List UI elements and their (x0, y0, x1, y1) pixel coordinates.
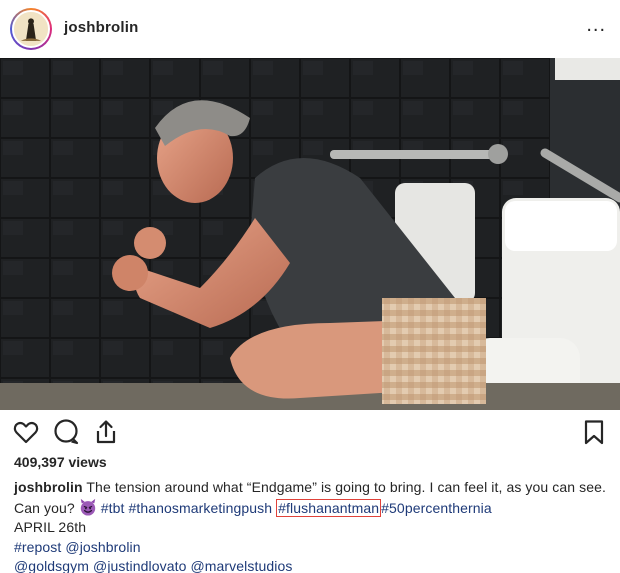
caption-mentions-line[interactable]: @goldsgym @justindlovato @marvelstudios (14, 557, 610, 573)
caption-author[interactable]: joshbrolin (14, 479, 83, 495)
caption-date-line: APRIL 26th (14, 519, 87, 536)
hashtag-link[interactable]: #thanosmarketingpush (124, 500, 272, 516)
share-icon[interactable] (92, 418, 120, 446)
avatar-image (12, 10, 50, 48)
caption-repost-line[interactable]: #repost @joshbrolin (14, 538, 610, 558)
post-header: joshbrolin ... (0, 0, 620, 58)
hashtag-link-highlighted[interactable]: #flushanantman (276, 498, 382, 517)
heart-icon[interactable] (12, 418, 40, 446)
smiling-devil-emoji-icon (79, 498, 97, 516)
post-photo-drawing (0, 58, 620, 410)
post-username[interactable]: joshbrolin (64, 19, 139, 36)
avatar[interactable] (10, 8, 52, 50)
more-options-icon[interactable]: ... (586, 15, 606, 35)
view-count: 409,397 views (14, 454, 107, 470)
post-caption: joshbrolin The tension around what “Endg… (14, 478, 610, 573)
hashtag-link[interactable]: #50percenthernia (381, 500, 492, 516)
caption-main: joshbrolin The tension around what “Endg… (14, 478, 610, 518)
post-photo[interactable] (0, 58, 620, 410)
comment-icon[interactable] (52, 418, 80, 446)
avatar-figure (14, 12, 48, 46)
action-bar (0, 414, 620, 454)
bookmark-icon[interactable] (580, 418, 608, 446)
hashtag-link[interactable]: #tbt (97, 500, 125, 516)
